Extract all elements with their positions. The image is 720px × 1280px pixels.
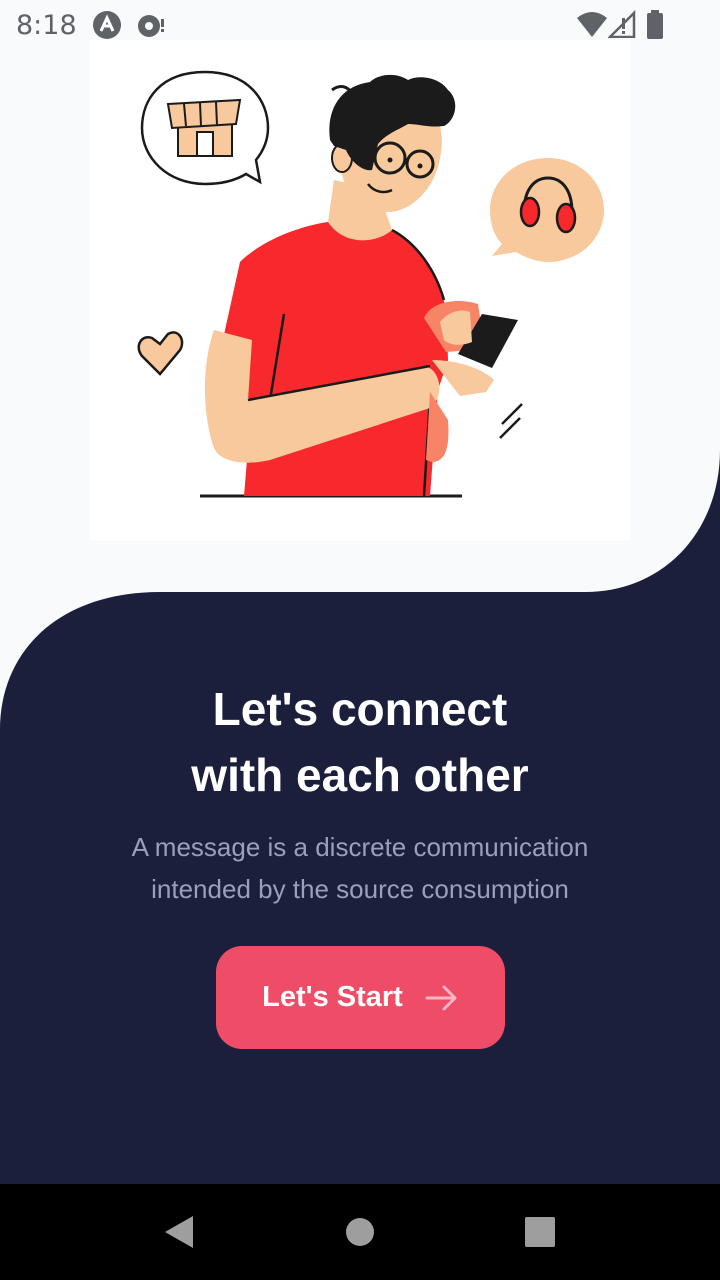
back-icon	[165, 1216, 193, 1248]
battery-icon	[647, 10, 663, 39]
store-bubble-icon	[140, 70, 270, 186]
lets-start-label: Let's Start	[262, 981, 403, 1013]
person-with-phone-illustration	[137, 70, 604, 498]
nav-recents-button[interactable]	[485, 1184, 595, 1280]
nav-back-button[interactable]	[124, 1184, 234, 1280]
subtitle-line-1: A message is a discrete communication	[131, 832, 589, 862]
headline: Let's connect with each other	[0, 676, 720, 808]
lets-start-button[interactable]: Let's Start	[216, 946, 505, 1049]
subtitle-line-2: intended by the source consumption	[151, 874, 569, 904]
media-disc-icon	[138, 15, 164, 37]
subtitle: A message is a discrete communication in…	[60, 826, 660, 910]
wifi-icon	[577, 12, 607, 37]
home-icon	[346, 1218, 374, 1246]
heart-icon	[137, 331, 184, 376]
headline-line-2: with each other	[191, 749, 529, 801]
navigation-bar	[0, 1184, 720, 1280]
arrow-right-icon	[425, 985, 457, 1010]
status-time: 8:18	[16, 10, 77, 41]
headline-line-1: Let's connect	[212, 683, 508, 735]
nav-home-button[interactable]	[305, 1184, 415, 1280]
a-circle-icon	[93, 11, 121, 39]
recents-icon	[525, 1217, 555, 1247]
signal-icon	[608, 10, 636, 38]
headphones-bubble-icon	[490, 158, 604, 262]
